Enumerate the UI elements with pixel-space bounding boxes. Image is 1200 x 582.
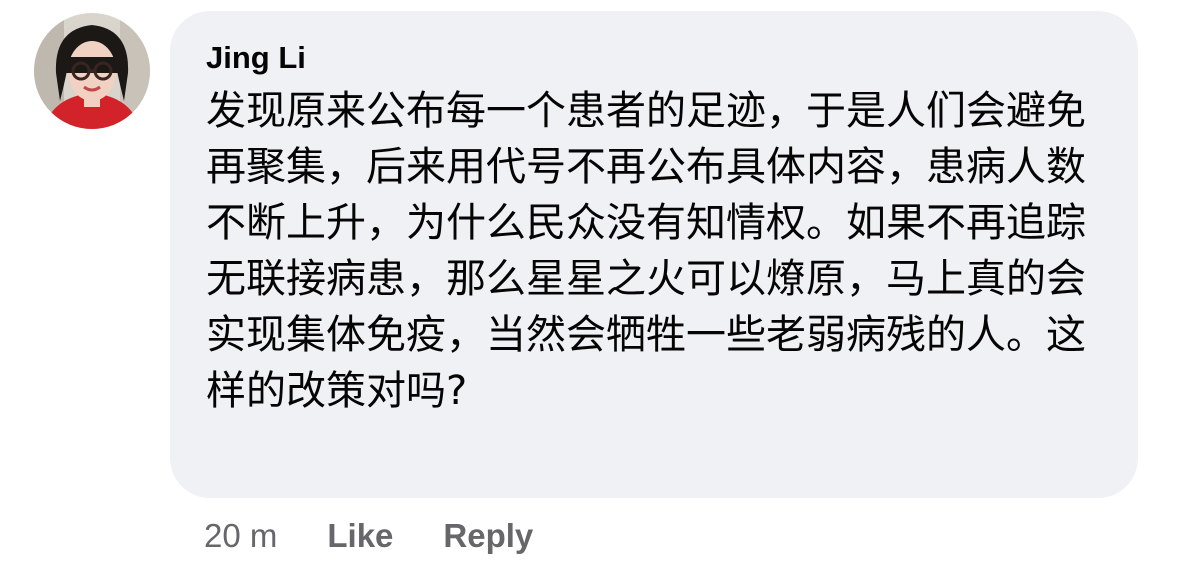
profile-photo	[34, 13, 150, 129]
avatar[interactable]	[34, 13, 150, 129]
comment-bubble: Jing Li 发现原来公布每一个患者的足迹，于是人们会避免再聚集，后来用代号不…	[170, 11, 1138, 498]
like-button[interactable]: Like	[327, 517, 393, 555]
comment-actions: 20 m Like Reply	[204, 513, 533, 559]
reply-button[interactable]: Reply	[443, 517, 533, 555]
comment-timestamp[interactable]: 20 m	[204, 517, 277, 555]
author-name[interactable]: Jing Li	[206, 39, 1110, 77]
comment-text: 发现原来公布每一个患者的足迹，于是人们会避免再聚集，后来用代号不再公布具体内容，…	[206, 88, 1086, 414]
